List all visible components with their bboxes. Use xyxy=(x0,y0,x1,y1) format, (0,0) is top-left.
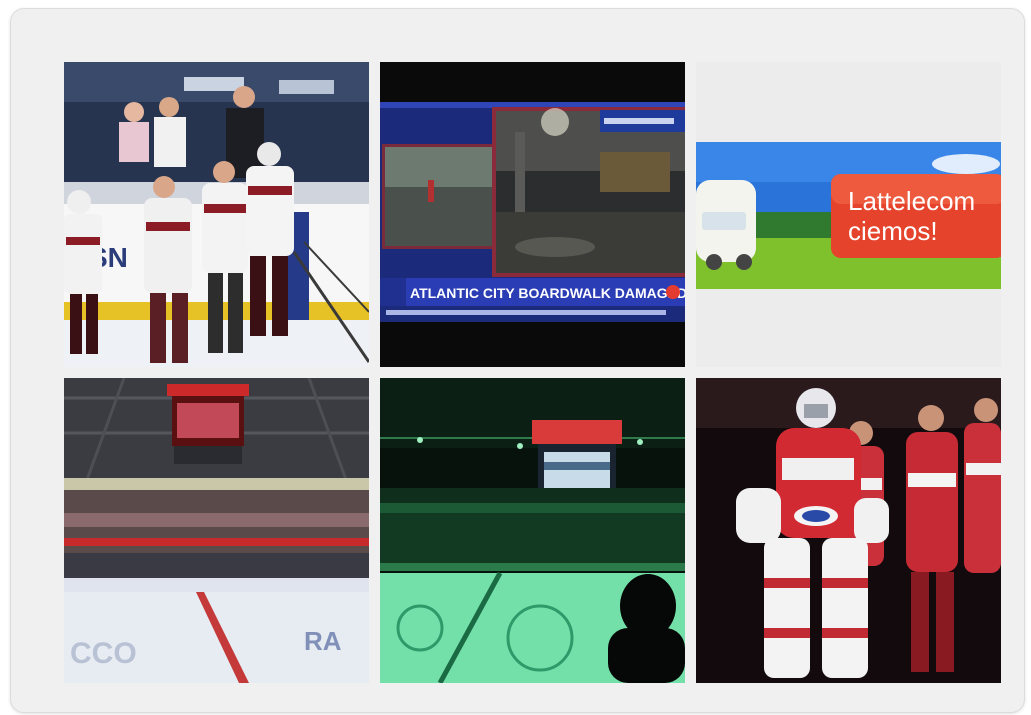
gallery-tile-green-arena[interactable] xyxy=(380,378,685,683)
gallery-panel: SN ATLANTIC CITY BOARDWALK DAMAGED Latte… xyxy=(10,8,1025,713)
gallery-tile-news-broadcast[interactable]: ATLANTIC CITY BOARDWALK DAMAGED xyxy=(380,62,685,367)
hockey-lineup-image: SN xyxy=(64,62,369,367)
goalie-team-image xyxy=(696,378,1001,683)
lattelecom-banner-image: Lattelecom ciemos! xyxy=(696,62,1001,367)
gallery-tile-arena-interior[interactable]: CCO RA xyxy=(64,378,369,683)
gallery-tile-goalie-team[interactable] xyxy=(696,378,1001,683)
banner-line-2: ciemos! xyxy=(848,216,938,246)
svg-text:CCO: CCO xyxy=(70,637,137,670)
image-grid: SN ATLANTIC CITY BOARDWALK DAMAGED Latte… xyxy=(64,62,1001,684)
gallery-tile-lattelecom-banner[interactable]: Lattelecom ciemos! xyxy=(696,62,1001,367)
news-headline: ATLANTIC CITY BOARDWALK DAMAGED xyxy=(410,285,685,301)
news-broadcast-image: ATLANTIC CITY BOARDWALK DAMAGED xyxy=(380,62,685,367)
svg-text:RA: RA xyxy=(304,626,342,656)
green-arena-image xyxy=(380,378,685,683)
banner-line-1: Lattelecom xyxy=(848,186,975,216)
gallery-tile-hockey-lineup[interactable]: SN xyxy=(64,62,369,367)
arena-interior-image: CCO RA xyxy=(64,378,369,683)
